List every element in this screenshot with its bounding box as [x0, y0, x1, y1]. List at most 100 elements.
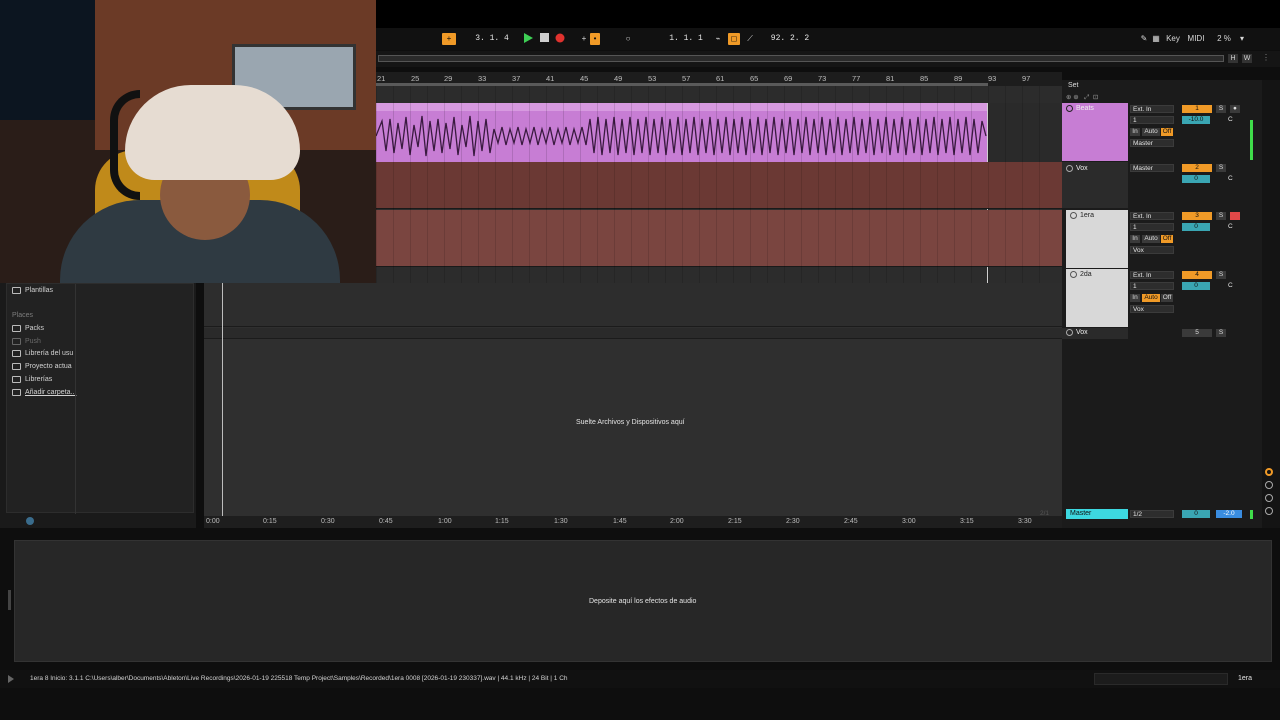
browser-footer-icon[interactable]	[26, 517, 34, 525]
track-header-vox-return[interactable]: Vox	[1062, 328, 1128, 339]
loop-button[interactable]: ◻	[728, 33, 740, 45]
solo-button[interactable]: S	[1216, 271, 1226, 279]
browser-divider[interactable]	[75, 284, 76, 514]
follow-icon[interactable]: ⌁	[712, 33, 724, 45]
circle-icon[interactable]	[1265, 494, 1273, 502]
loop-length[interactable]: 92. 2. 2	[766, 33, 814, 45]
play-button[interactable]	[522, 33, 534, 45]
volume-field[interactable]: 0	[1182, 175, 1210, 183]
track-activator[interactable]: 2	[1182, 164, 1212, 172]
monitor-auto[interactable]: Auto	[1142, 128, 1160, 136]
solo-button[interactable]: S	[1216, 105, 1226, 113]
track-header-2da[interactable]: 2da	[1066, 269, 1128, 327]
input-select[interactable]: Ext. In	[1130, 212, 1174, 220]
solo-button[interactable]: S	[1216, 164, 1226, 172]
track-activator[interactable]: 1	[1182, 105, 1212, 113]
output-select[interactable]: Master	[1130, 139, 1174, 147]
monitor-auto[interactable]: Auto	[1142, 294, 1160, 302]
midi-map-button[interactable]: MIDI	[1186, 33, 1206, 45]
metronome-position[interactable]: 3. 1. 4	[472, 33, 512, 45]
track-activator[interactable]: 5	[1182, 329, 1212, 337]
track-header-master[interactable]: Master	[1066, 509, 1128, 519]
output-select[interactable]: Master	[1130, 164, 1174, 172]
circle-icon[interactable]	[1265, 481, 1273, 489]
arrangement-position[interactable]: 1. 1. 1	[666, 33, 706, 45]
pan-field[interactable]: C	[1228, 282, 1238, 290]
browser-item-add-folder[interactable]: Añadir carpeta...	[12, 389, 76, 396]
draw-mode-icon[interactable]: ⟋	[744, 33, 756, 45]
h-button[interactable]: H	[1228, 54, 1238, 63]
bar-ruler[interactable]: 21 25 29 33 37 41 45 49 53 57 61 65 69 7…	[376, 72, 1062, 86]
output-select[interactable]: Vox	[1130, 246, 1174, 254]
track-header-beats[interactable]: Beats	[1062, 103, 1128, 161]
group-fold-icon[interactable]	[1066, 165, 1073, 172]
channel-select[interactable]: 1	[1130, 223, 1174, 231]
overdub-button[interactable]: +	[578, 33, 590, 45]
monitor-in[interactable]: In	[1130, 235, 1140, 243]
output-select[interactable]: Vox	[1130, 305, 1174, 313]
arrangement-lower[interactable]: Suelte Archivos y Dispositivos aquí	[204, 283, 1062, 527]
pan-field[interactable]: C	[1228, 116, 1238, 124]
monitor-off[interactable]: Off	[1161, 128, 1173, 136]
browser-item-current-project[interactable]: Proyecto actua	[12, 363, 72, 370]
master-db-field[interactable]: -2.0	[1216, 510, 1242, 518]
volume-field[interactable]: -10.0	[1182, 116, 1210, 124]
browser-item-push[interactable]: Push	[12, 338, 41, 345]
browser-item-packs[interactable]: Packs	[12, 325, 44, 332]
solo-button[interactable]: S	[1216, 329, 1226, 337]
track-fold-icon[interactable]	[1070, 271, 1077, 278]
overview-range[interactable]	[378, 55, 1224, 62]
track-activator[interactable]: 4	[1182, 271, 1212, 279]
track-fold-icon[interactable]	[1066, 329, 1073, 336]
arm-button-active[interactable]	[1230, 212, 1240, 220]
solo-button[interactable]: S	[1216, 212, 1226, 220]
track-lane-vox-return[interactable]	[204, 328, 1062, 339]
channel-select[interactable]: 1	[1130, 282, 1174, 290]
device-view[interactable]: Deposite aquí los efectos de audio	[14, 540, 1272, 662]
keyboard-icon[interactable]: ▦	[1151, 33, 1161, 45]
time-ruler[interactable]: 0:00 0:15 0:30 0:45 1:00 1:15 1:30 1:45 …	[204, 516, 1062, 528]
status-arrow-icon[interactable]	[8, 675, 14, 683]
stop-button[interactable]	[538, 33, 550, 45]
track-fold-icon[interactable]	[1070, 212, 1077, 219]
monitor-auto[interactable]: Auto	[1142, 235, 1160, 243]
browser-item-user-library[interactable]: Librería del usu	[12, 350, 73, 357]
track-activator[interactable]: 3	[1182, 212, 1212, 220]
key-map-button[interactable]: Key	[1164, 33, 1182, 45]
track-fold-icon[interactable]	[1066, 105, 1073, 112]
volume-field[interactable]: 0	[1182, 223, 1210, 231]
input-select[interactable]: Ext. In	[1130, 105, 1174, 113]
device-scroll-handle[interactable]	[8, 590, 11, 610]
arm-button[interactable]: ●	[1230, 105, 1240, 113]
browser-item-templates[interactable]: Plantillas	[12, 287, 53, 294]
tap-tempo-button[interactable]: +	[442, 33, 456, 45]
volume-field[interactable]: 0	[1182, 282, 1210, 290]
status-input[interactable]	[1094, 673, 1228, 685]
cpu-dropdown-icon[interactable]: ▾	[1238, 33, 1246, 45]
menu-dots-icon[interactable]: ⋮	[1262, 53, 1270, 65]
input-select[interactable]: Ext. In	[1130, 271, 1174, 279]
monitor-in[interactable]: In	[1130, 294, 1140, 302]
orange-dot-icon[interactable]	[1265, 468, 1273, 476]
monitor-off[interactable]: Off	[1161, 235, 1173, 243]
loop-switch-icon[interactable]: ○	[622, 33, 634, 45]
master-volume-field[interactable]: 0	[1182, 510, 1210, 518]
track-header-1era[interactable]: 1era	[1066, 210, 1128, 268]
monitor-in[interactable]: In	[1130, 128, 1140, 136]
track-header-vox[interactable]: Vox	[1062, 162, 1128, 208]
pan-field[interactable]: C	[1228, 223, 1238, 231]
track-lane-2da[interactable]	[204, 283, 1062, 327]
w-button[interactable]: W	[1242, 54, 1252, 63]
automation-arm-button[interactable]: •	[590, 33, 600, 45]
arrangement-overview[interactable]: H W ⋮	[376, 51, 1280, 67]
record-button[interactable]	[554, 33, 566, 45]
circle-icon[interactable]	[1265, 507, 1273, 515]
pan-field[interactable]: C	[1228, 175, 1238, 183]
time-label: 1:30	[554, 518, 568, 525]
browser-item-libraries[interactable]: Librerías	[12, 376, 52, 383]
pencil-icon[interactable]: ✎	[1138, 33, 1150, 45]
channel-select[interactable]: 1	[1130, 116, 1174, 124]
monitor-off[interactable]: Off	[1161, 294, 1173, 302]
master-output-select[interactable]: 1/2	[1130, 510, 1174, 518]
arrange-mode-icons[interactable]: ⊕ ⊕ ⤢ ⊡	[1066, 93, 1136, 101]
